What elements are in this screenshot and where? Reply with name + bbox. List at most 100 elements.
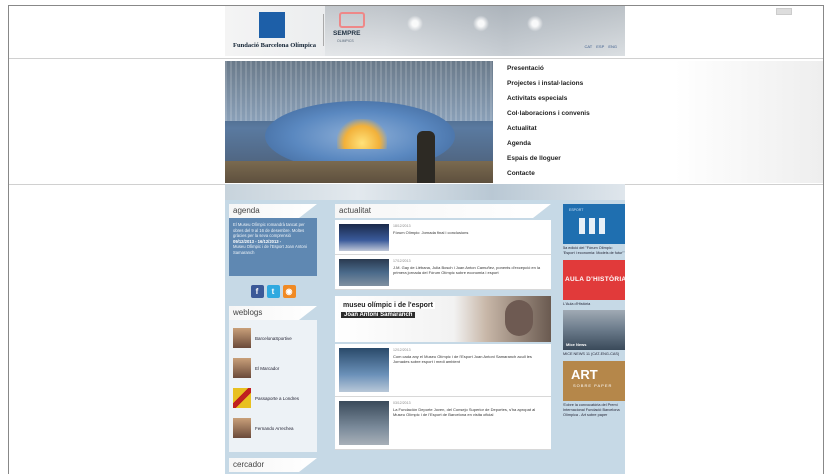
museum-title: museu olímpic i de l'esport xyxy=(341,302,435,309)
nav-item-activitats[interactable]: Activitats especials xyxy=(507,95,567,102)
promo-caption[interactable]: S'obre la convocatòria del Premi Interna… xyxy=(563,403,625,417)
right-column: ESPORT 5a edició del "Fòrum Olímpic: 'Es… xyxy=(563,204,627,422)
weblogs-list: BarcelonaSportive El Marcador Passaporte… xyxy=(229,320,317,452)
aula-title: AULA D'HISTÒRIA xyxy=(565,275,627,283)
news-item[interactable]: 12/12/2013 Com cada any el Museu Olímpic… xyxy=(335,344,551,397)
nav-item-col-laboracions[interactable]: Col·laboracions i convenis xyxy=(507,110,590,117)
people-icon xyxy=(579,218,609,234)
hero-image xyxy=(225,61,493,183)
social-links: f t ◉ xyxy=(229,282,317,300)
news-date: 18/12/2013 xyxy=(393,224,411,228)
news-date: 12/12/2013 xyxy=(393,348,411,352)
nav-item-espais[interactable]: Espais de lloguer xyxy=(507,155,561,162)
weblog-label[interactable]: Fernando Arrechea xyxy=(255,426,294,431)
browser-viewport: Fundació Barcelona Olímpica SEMPRE OLIMP… xyxy=(8,5,824,474)
mice-title: Mice News xyxy=(566,342,587,348)
nav-item-presentacio[interactable]: Presentació xyxy=(507,65,544,72)
nav-item-actualitat[interactable]: Actualitat xyxy=(507,125,537,132)
news-thumbnail[interactable] xyxy=(339,224,389,251)
decorative-strip xyxy=(225,184,625,200)
site-header: Fundació Barcelona Olímpica SEMPRE OLIMP… xyxy=(225,6,625,56)
main-navigation: Presentació Projectes i instal·lacions A… xyxy=(493,61,823,183)
left-column: agenda El Museu Olímpic romandrà tancat … xyxy=(229,204,317,472)
weblogs-box: weblogs BarcelonaSportive El Marcador Pa… xyxy=(229,306,317,452)
news-date: 17/12/2013 xyxy=(393,259,411,263)
facebook-icon[interactable]: f xyxy=(250,284,264,298)
center-column: actualitat 18/12/2013 Fòrum Olímpic: Jor… xyxy=(335,204,551,450)
agenda-text: El Museu Olímpic romandrà tancat per obr… xyxy=(233,222,305,239)
hero-flame xyxy=(337,119,387,149)
museum-subtitle: Joan Antoni Samaranch xyxy=(341,312,416,318)
lang-cat[interactable]: CAT xyxy=(585,44,593,49)
news-thumbnail[interactable] xyxy=(339,401,389,445)
athlete-photo xyxy=(505,300,533,336)
news-item[interactable]: 17/12/2013 J.M. Gay de Liébana, Julia Bo… xyxy=(335,255,551,290)
twitter-icon[interactable]: t xyxy=(266,284,280,298)
museum-banner[interactable]: museu olímpic i de l'esport Joan Antoni … xyxy=(335,296,551,342)
promo-caption[interactable]: L'Aula d'Història xyxy=(563,302,625,307)
art-banner[interactable]: ART SOBRE PAPER xyxy=(563,361,625,402)
art-subtitle: SOBRE PAPER xyxy=(573,383,613,389)
content-area: agenda El Museu Olímpic romandrà tancat … xyxy=(225,200,627,474)
agenda-body: El Museu Olímpic romandrà tancat per obr… xyxy=(229,218,317,276)
lang-esp[interactable]: ESP xyxy=(596,44,604,49)
news-thumbnail[interactable] xyxy=(339,259,389,286)
news-title[interactable]: La Fundación Deporte Joven, del Consejo … xyxy=(393,407,543,417)
cercador-box: cercador xyxy=(229,458,317,472)
actualitat-heading: actualitat xyxy=(335,204,551,218)
cercador-heading: cercador xyxy=(229,458,317,472)
promo-art[interactable]: ART SOBRE PAPER S'obre la convocatòria d… xyxy=(563,361,625,417)
news-title[interactable]: Fòrum Olímpic: Jornada final i conclusio… xyxy=(393,230,543,235)
hero-statue xyxy=(417,131,435,183)
sempre-olimpics-logo[interactable]: SEMPRE OLIMPICS xyxy=(333,12,373,52)
weblog-label[interactable]: BarcelonaSportive xyxy=(255,336,292,341)
rings-icon xyxy=(339,12,365,28)
logo-divider xyxy=(323,14,324,46)
art-title: ART xyxy=(571,367,598,383)
esport-tag: ESPORT xyxy=(569,208,584,212)
promo-aula[interactable]: AULA D'HISTÒRIA L'Aula d'Història xyxy=(563,259,627,307)
language-switcher: CAT ESP ENG xyxy=(585,44,618,49)
weblog-item[interactable]: Passaporte a Londres xyxy=(229,384,317,414)
promo-caption[interactable]: 5a edició del "Fòrum Olímpic: 'Esport i … xyxy=(563,246,625,256)
sempre-label: SEMPRE xyxy=(333,30,361,37)
weblog-avatar xyxy=(233,418,251,438)
esport-banner[interactable]: ESPORT xyxy=(563,204,625,244)
agenda-heading: agenda xyxy=(229,204,317,218)
olympic-emblem-icon xyxy=(259,12,285,38)
news-date: 03/12/2013 xyxy=(393,401,411,405)
agenda-venue: Museu Olímpic i de l'Esport Joan Antoni … xyxy=(233,244,307,255)
promo-esport[interactable]: ESPORT 5a edició del "Fòrum Olímpic: 'Es… xyxy=(563,204,625,256)
sempre-sub: OLIMPICS xyxy=(337,39,354,43)
nav-item-projectes[interactable]: Projectes i instal·lacions xyxy=(507,80,583,87)
weblog-label[interactable]: Passaporte a Londres xyxy=(255,396,299,401)
top-right-button[interactable] xyxy=(776,8,792,15)
news-item[interactable]: 18/12/2013 Fòrum Olímpic: Jornada final … xyxy=(335,220,551,255)
rss-icon[interactable]: ◉ xyxy=(282,284,296,298)
weblog-avatar xyxy=(233,328,251,348)
news-list: 18/12/2013 Fòrum Olímpic: Jornada final … xyxy=(335,220,551,290)
hero-foreground xyxy=(225,161,493,183)
weblogs-heading: weblogs xyxy=(229,306,317,320)
nav-item-contacte[interactable]: Contacte xyxy=(507,170,535,177)
museum-news-list: 12/12/2013 Com cada any el Museu Olímpic… xyxy=(335,344,551,450)
aula-banner[interactable]: AULA D'HISTÒRIA xyxy=(563,259,627,300)
weblog-item[interactable]: Fernando Arrechea xyxy=(229,414,317,444)
weblog-item[interactable]: El Marcador xyxy=(229,354,317,384)
fundacio-logo[interactable]: Fundació Barcelona Olímpica xyxy=(233,12,316,52)
lang-eng[interactable]: ENG xyxy=(608,44,617,49)
news-title[interactable]: Com cada any el Museu Olímpic i de l'Esp… xyxy=(393,354,543,364)
org-name: Fundació Barcelona Olímpica xyxy=(233,42,316,49)
news-title[interactable]: J.M. Gay de Liébana, Julia Bosch i Joan … xyxy=(393,265,543,275)
weblog-avatar xyxy=(233,388,251,408)
weblog-item[interactable]: BarcelonaSportive xyxy=(229,324,317,354)
promo-caption[interactable]: MICE NEWS 11 (CAT-ENG-CAS) xyxy=(563,352,625,357)
nav-item-agenda[interactable]: Agenda xyxy=(507,140,531,147)
news-item[interactable]: 03/12/2013 La Fundación Deporte Joven, d… xyxy=(335,397,551,450)
weblog-label[interactable]: El Marcador xyxy=(255,366,279,371)
news-thumbnail[interactable] xyxy=(339,348,389,392)
mice-banner[interactable]: Mice News xyxy=(563,310,625,351)
promo-mice[interactable]: Mice News MICE NEWS 11 (CAT-ENG-CAS) xyxy=(563,310,625,357)
header-divider xyxy=(9,58,823,59)
weblog-avatar xyxy=(233,358,251,378)
